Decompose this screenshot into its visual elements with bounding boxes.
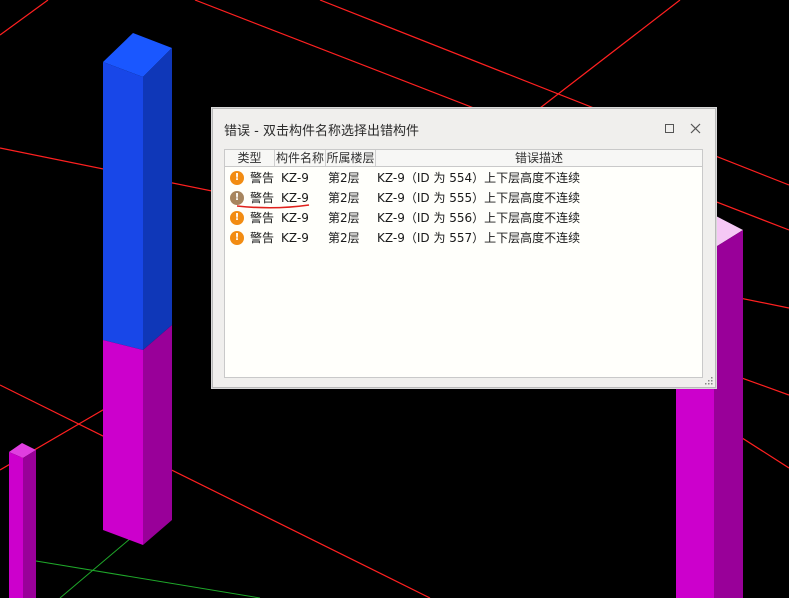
column-side-face [23,450,36,598]
row-component-name[interactable]: KZ-9 [281,228,309,248]
column-front-face-upper [103,62,143,350]
table-row[interactable]: ! 警告 KZ-9 第2层 KZ-9（ID 为 557）上下层高度不连续 [225,228,702,248]
dialog-title: 错误 - 双击构件名称选择出错构件 [224,124,419,139]
table-header: 类型 构件名称 所属楼层 错误描述 [225,150,702,167]
column-kz-9-left[interactable] [103,33,172,545]
column-header-floor[interactable]: 所属楼层 [326,150,376,166]
maximize-button[interactable] [659,118,679,138]
column-side-face [714,230,743,598]
row-description: KZ-9（ID 为 555）上下层高度不连续 [377,191,581,205]
table-row[interactable]: ! 警告 KZ-9 第2层 KZ-9（ID 为 554）上下层高度不连续 [225,168,702,188]
grid-line [29,559,261,598]
exclamation-circle-icon: ! [230,171,244,185]
column-front-face [676,386,714,598]
close-button[interactable] [685,118,705,138]
row-type: 警告 [250,171,275,185]
exclamation-circle-icon: ! [230,211,244,225]
grid-line [0,0,49,36]
maximize-icon [664,123,674,133]
column-header-description[interactable]: 错误描述 [376,150,702,166]
table-row[interactable]: ! 警告 KZ-9 第2层 KZ-9（ID 为 555）上下层高度不连续 [225,188,702,209]
column-front-face [9,452,23,598]
close-icon [690,123,700,133]
row-component-name[interactable]: KZ-9 [281,208,309,228]
resize-grip-icon[interactable] [705,377,713,385]
column-side-face-upper [143,48,172,350]
column-side-face-lower [143,325,172,545]
row-component-name[interactable]: KZ-9 [281,168,309,188]
row-floor: 第2层 [328,211,360,225]
exclamation-circle-icon: ! [230,231,244,245]
grid-line [539,0,681,109]
row-description: KZ-9（ID 为 557）上下层高度不连续 [377,231,581,245]
table-body: ! 警告 KZ-9 第2层 KZ-9（ID 为 554）上下层高度不连续 ! 警… [225,168,702,248]
column-small-left[interactable] [9,443,36,598]
exclamation-circle-icon: ! [230,191,244,205]
table-row[interactable]: ! 警告 KZ-9 第2层 KZ-9（ID 为 556）上下层高度不连续 [225,208,702,228]
column-front-face-lower [103,340,143,545]
row-type: 警告 [250,211,275,225]
dialog-title-bar[interactable]: 错误 - 双击构件名称选择出错构件 [213,109,715,147]
row-floor: 第2层 [328,231,360,245]
row-description: KZ-9（ID 为 554）上下层高度不连续 [377,171,581,185]
row-description: KZ-9（ID 为 556）上下层高度不连续 [377,211,581,225]
row-floor: 第2层 [328,191,360,205]
row-floor: 第2层 [328,171,360,185]
column-header-type[interactable]: 类型 [225,150,275,166]
row-type: 警告 [250,231,275,245]
error-dialog: 错误 - 双击构件名称选择出错构件 类型 构件名称 所属楼层 错误描述 ! 警告… [212,108,716,388]
column-header-name[interactable]: 构件名称 [275,150,326,166]
error-list-table[interactable]: 类型 构件名称 所属楼层 错误描述 ! 警告 KZ-9 第2层 KZ-9（ID … [224,149,703,378]
